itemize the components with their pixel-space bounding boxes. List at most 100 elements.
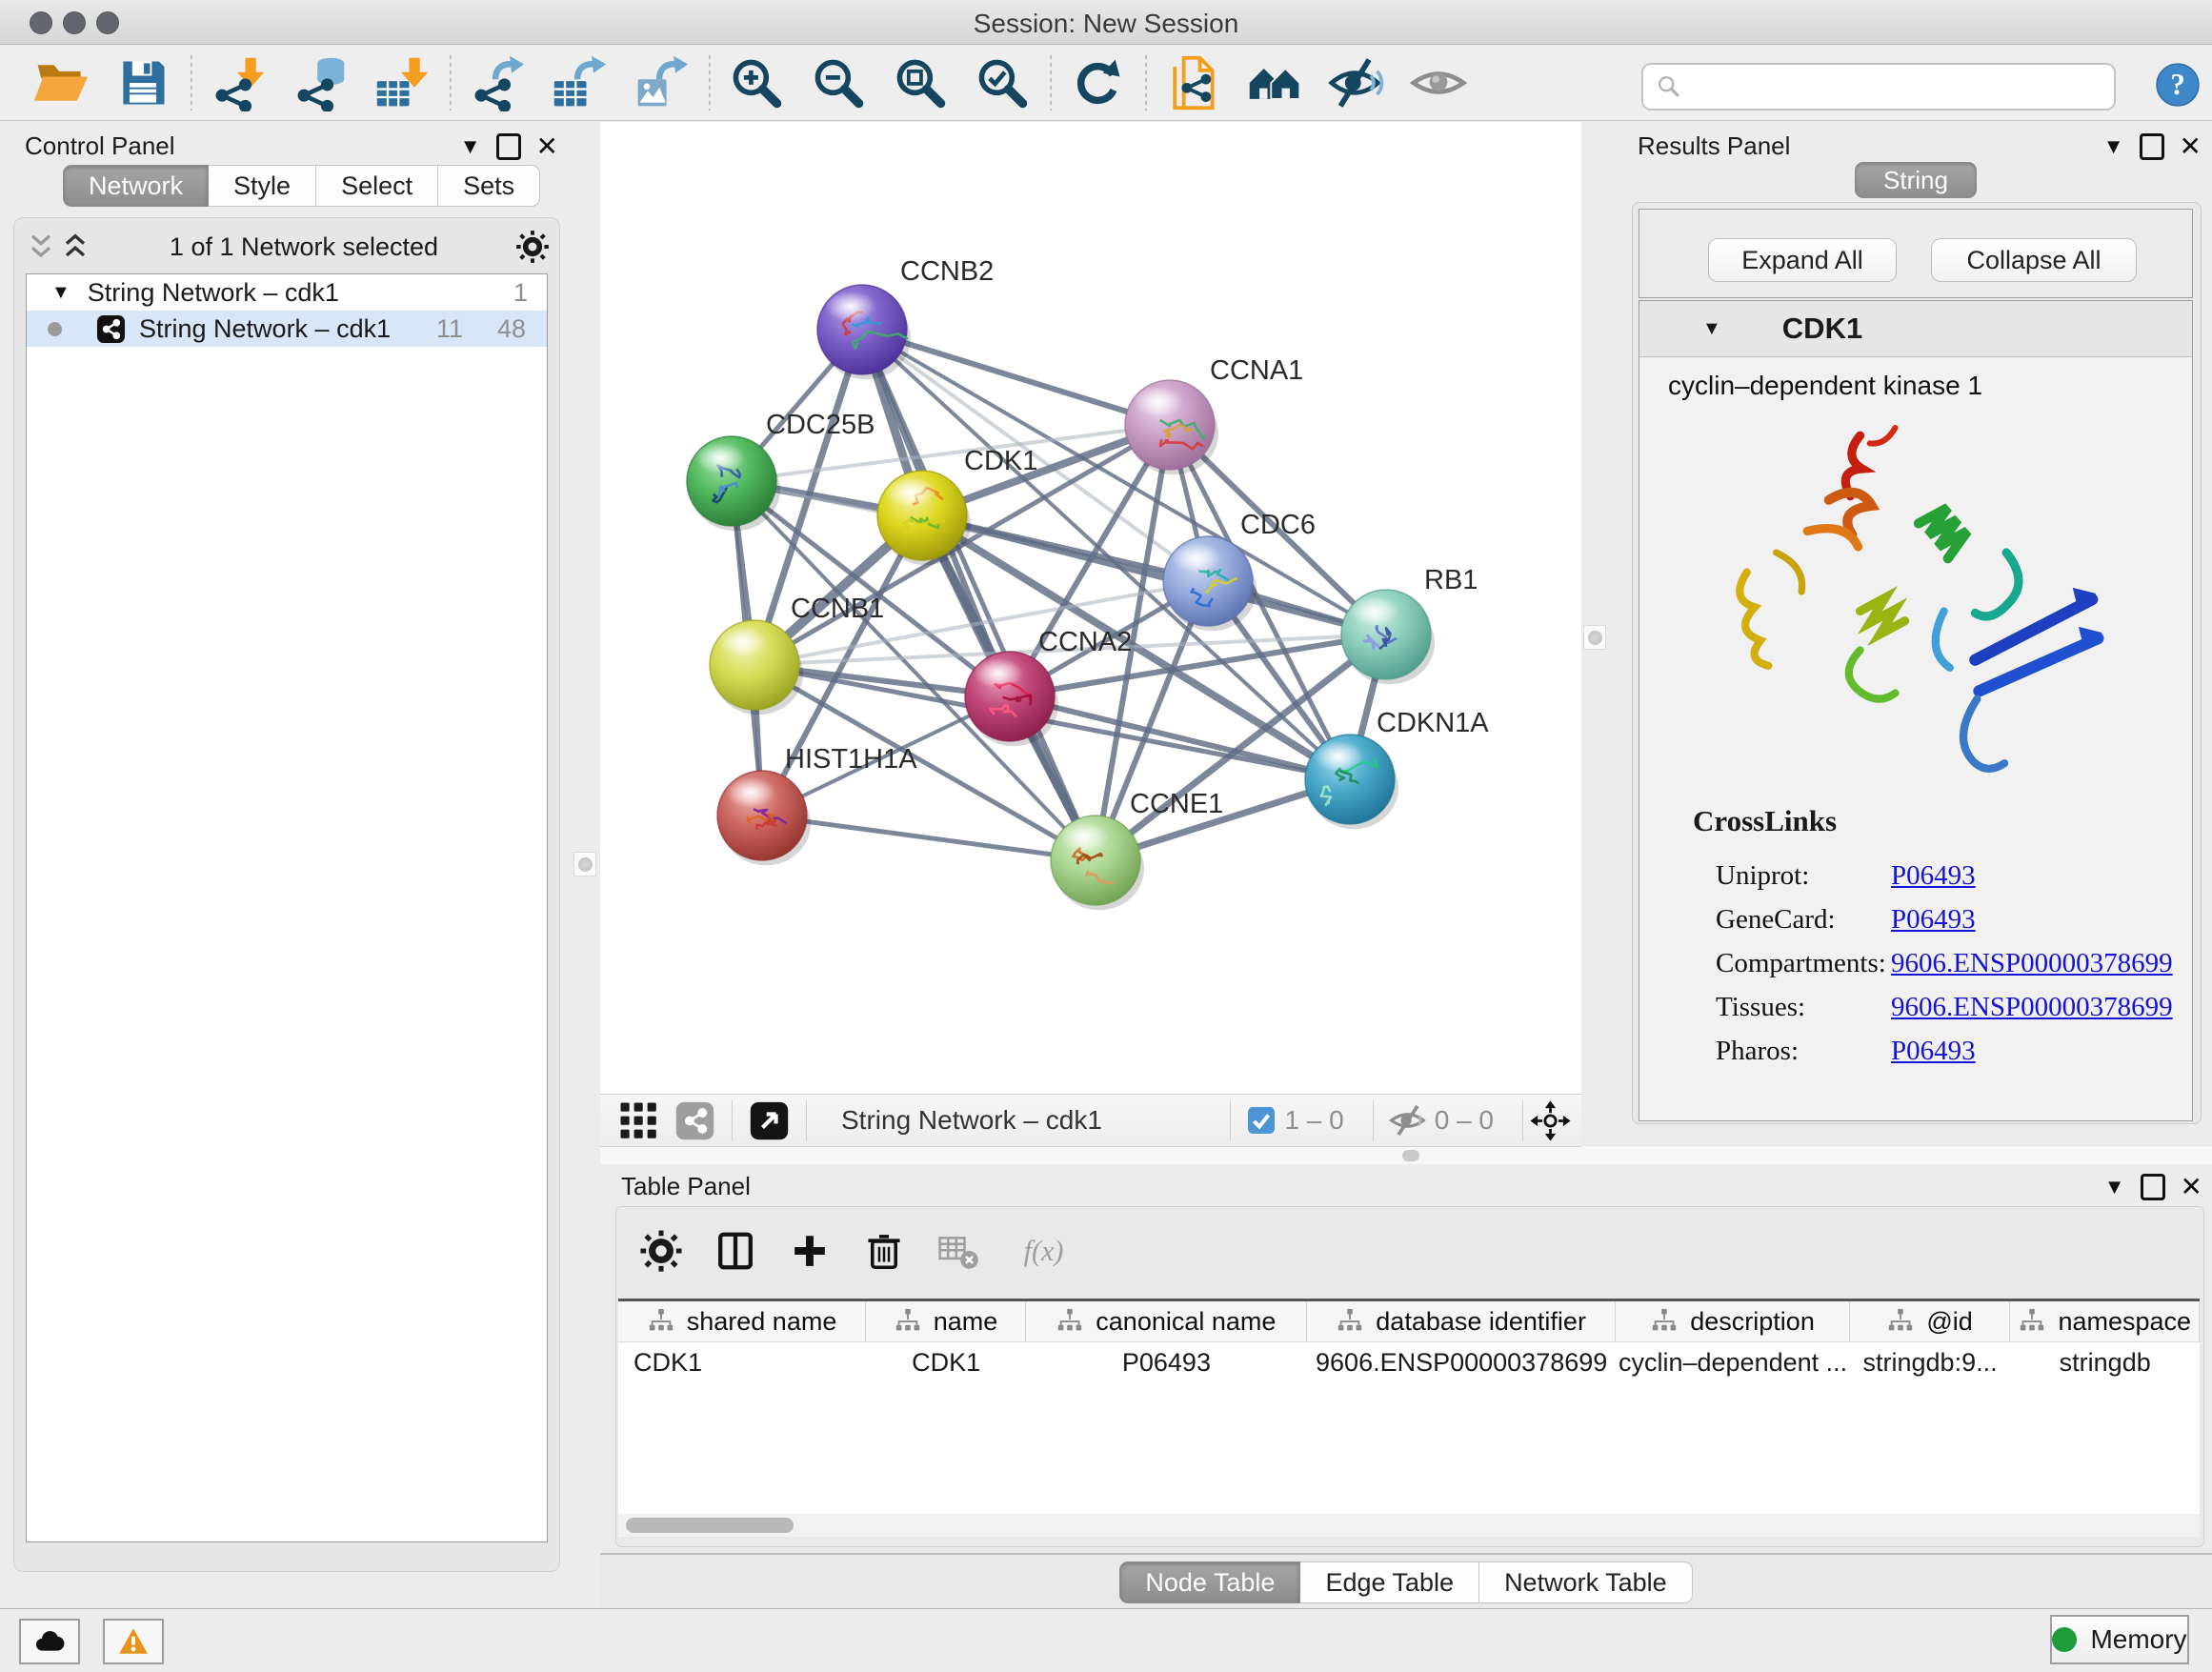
refresh-network-view-button[interactable] (1069, 54, 1126, 111)
crosslink-link[interactable]: P06493 (1891, 860, 1976, 892)
crosslink-link[interactable]: 9606.ENSP00000378699 (1891, 948, 2173, 979)
network-options-gear-icon[interactable] (515, 230, 550, 264)
help-button[interactable]: ? (2154, 61, 2202, 109)
memory-button[interactable]: Memory (2050, 1615, 2189, 1664)
cdk1-section-header[interactable]: ▼ CDK1 (1639, 301, 2192, 357)
node-cdc25b[interactable]: CDC25B (687, 410, 875, 531)
export-network-button[interactable] (469, 54, 526, 111)
cell-canonical-name[interactable]: P06493 (1026, 1342, 1307, 1382)
control-panel-menu-icon[interactable]: ▼ (460, 134, 481, 159)
show-hidden-elements-button[interactable] (1410, 54, 1467, 111)
column-header-id[interactable]: @id (1850, 1301, 2011, 1341)
import-network-from-file-button[interactable] (210, 54, 267, 111)
cell-description[interactable]: cyclin–dependent ... (1616, 1342, 1849, 1382)
node-ccne1[interactable]: CCNE1 (1051, 789, 1223, 910)
left-splitter-handle[interactable] (573, 852, 596, 876)
cell-database-identifier[interactable]: 9606.ENSP00000378699 (1307, 1342, 1617, 1382)
crosslink-link[interactable]: 9606.ENSP00000378699 (1891, 992, 2173, 1023)
network-collection-row[interactable]: ▼ String Network – cdk1 1 (27, 274, 547, 311)
node-rb1[interactable]: RB1 (1341, 565, 1478, 684)
cell-name[interactable]: CDK1 (866, 1342, 1026, 1382)
column-header-canonical-name[interactable]: canonical name (1026, 1301, 1307, 1341)
column-header-description[interactable]: description (1616, 1301, 1849, 1341)
tab-string[interactable]: String (1855, 162, 1977, 198)
scrollbar-thumb[interactable] (626, 1518, 794, 1533)
column-header-namespace[interactable]: namespace (2010, 1301, 2200, 1341)
results-panel-menu-icon[interactable]: ▼ (2103, 134, 2124, 159)
tab-sets[interactable]: Sets (438, 165, 540, 207)
crosslink-link[interactable]: P06493 (1891, 1036, 1976, 1067)
table-row[interactable]: CDK1CDK1P064939606.ENSP00000378699cyclin… (618, 1342, 2200, 1382)
export-table-button[interactable] (551, 54, 608, 111)
pan-crosshair-icon[interactable] (1529, 1099, 1572, 1142)
table-horizontal-scrollbar[interactable] (618, 1514, 2200, 1537)
share-network-document-button[interactable] (1164, 54, 1221, 111)
left-splitter[interactable] (570, 122, 601, 1145)
delete-column-trash-icon[interactable] (862, 1229, 906, 1273)
collapse-all-networks-icon[interactable] (24, 230, 58, 264)
zoom-out-button[interactable] (810, 54, 867, 111)
string-network-graph[interactable]: CCNB2 CCNA1 CDC25B CDK1 CDC6 RB1 CCNB1 (600, 122, 1581, 1094)
control-panel-close-button[interactable]: ✕ (536, 136, 558, 157)
right-splitter-handle[interactable] (1583, 625, 1606, 650)
control-panel-float-button[interactable] (496, 133, 521, 160)
cell-namespace[interactable]: stringdb (2010, 1342, 2200, 1382)
collapse-all-button[interactable]: Collapse All (1931, 238, 2137, 282)
import-table-from-file-button[interactable] (373, 54, 431, 111)
tree-expand-icon[interactable]: ▼ (51, 282, 70, 304)
home-hub-button[interactable] (1246, 54, 1303, 111)
node-table[interactable]: shared namenamecanonical namedatabase id… (618, 1299, 2200, 1517)
cdk1-collapse-icon[interactable]: ▼ (1702, 318, 1721, 340)
node-ccna1[interactable]: CCNA1 (1125, 355, 1303, 474)
table-panel-menu-icon[interactable]: ▼ (2104, 1175, 2125, 1199)
column-header-database-identifier[interactable]: database identifier (1307, 1301, 1617, 1341)
birdseye-grid-icon[interactable] (617, 1099, 660, 1142)
open-in-new-window-icon[interactable] (748, 1099, 791, 1142)
horizontal-splitter-handle[interactable] (1402, 1150, 1419, 1161)
tab-select[interactable]: Select (316, 165, 438, 207)
edge-ccnb2-ccne1[interactable] (862, 330, 1096, 860)
node-hist1h1a[interactable]: HIST1H1A (717, 744, 917, 865)
toggle-graphics-details-button[interactable] (1328, 54, 1385, 111)
crosslink-link[interactable]: P06493 (1891, 904, 1976, 936)
node-cdkn1a[interactable]: CDKN1A (1305, 708, 1489, 829)
cloud-status-button[interactable] (19, 1619, 80, 1664)
export-image-button[interactable] (633, 54, 690, 111)
search-box[interactable] (1641, 63, 2116, 111)
zoom-fit-button[interactable] (892, 54, 949, 111)
right-splitter[interactable] (1581, 122, 1628, 1145)
node-ccnb1[interactable]: CCNB1 (710, 594, 884, 715)
network-canvas[interactable]: CCNB2 CCNA1 CDC25B CDK1 CDC6 RB1 CCNB1 (600, 122, 1581, 1094)
tab-network[interactable]: Network (63, 165, 209, 207)
warnings-button[interactable] (103, 1619, 164, 1664)
zoom-in-button[interactable] (728, 54, 785, 111)
tab-network-table[interactable]: Network Table (1479, 1561, 1693, 1603)
save-session-button[interactable] (114, 54, 171, 111)
column-header-name[interactable]: name (866, 1301, 1026, 1341)
results-panel-float-button[interactable] (2140, 133, 2164, 160)
selected-nodes-checkbox-icon[interactable] (1246, 1105, 1277, 1136)
expand-all-button[interactable]: Expand All (1708, 238, 1897, 282)
tab-style[interactable]: Style (209, 165, 316, 207)
open-session-button[interactable] (32, 54, 90, 111)
show-column-icon[interactable] (714, 1229, 757, 1273)
network-row-selected[interactable]: String Network – cdk1 11 48 (27, 311, 547, 347)
results-panel-close-button[interactable]: ✕ (2180, 136, 2202, 157)
table-panel-close-button[interactable]: ✕ (2181, 1177, 2202, 1198)
column-header-shared-name[interactable]: shared name (618, 1301, 866, 1341)
expand-all-networks-icon[interactable] (58, 230, 92, 264)
create-column-plus-icon[interactable] (788, 1229, 832, 1273)
hidden-elements-eye-icon[interactable] (1389, 1101, 1427, 1139)
tab-edge-table[interactable]: Edge Table (1300, 1561, 1479, 1603)
tab-node-table[interactable]: Node Table (1119, 1561, 1300, 1603)
table-panel-float-button[interactable] (2141, 1174, 2165, 1200)
zoom-selected-button[interactable] (974, 54, 1031, 111)
edge-hist1h1a-ccne1[interactable] (762, 816, 1096, 860)
cell-shared-name[interactable]: CDK1 (618, 1342, 866, 1382)
table-options-gear-icon[interactable] (639, 1229, 683, 1273)
horizontal-splitter[interactable] (600, 1145, 2212, 1165)
cell-id[interactable]: stringdb:9... (1850, 1342, 2011, 1382)
import-network-from-database-button[interactable] (292, 54, 349, 111)
search-input[interactable] (1683, 67, 2114, 107)
string-style-icon[interactable] (674, 1099, 716, 1142)
